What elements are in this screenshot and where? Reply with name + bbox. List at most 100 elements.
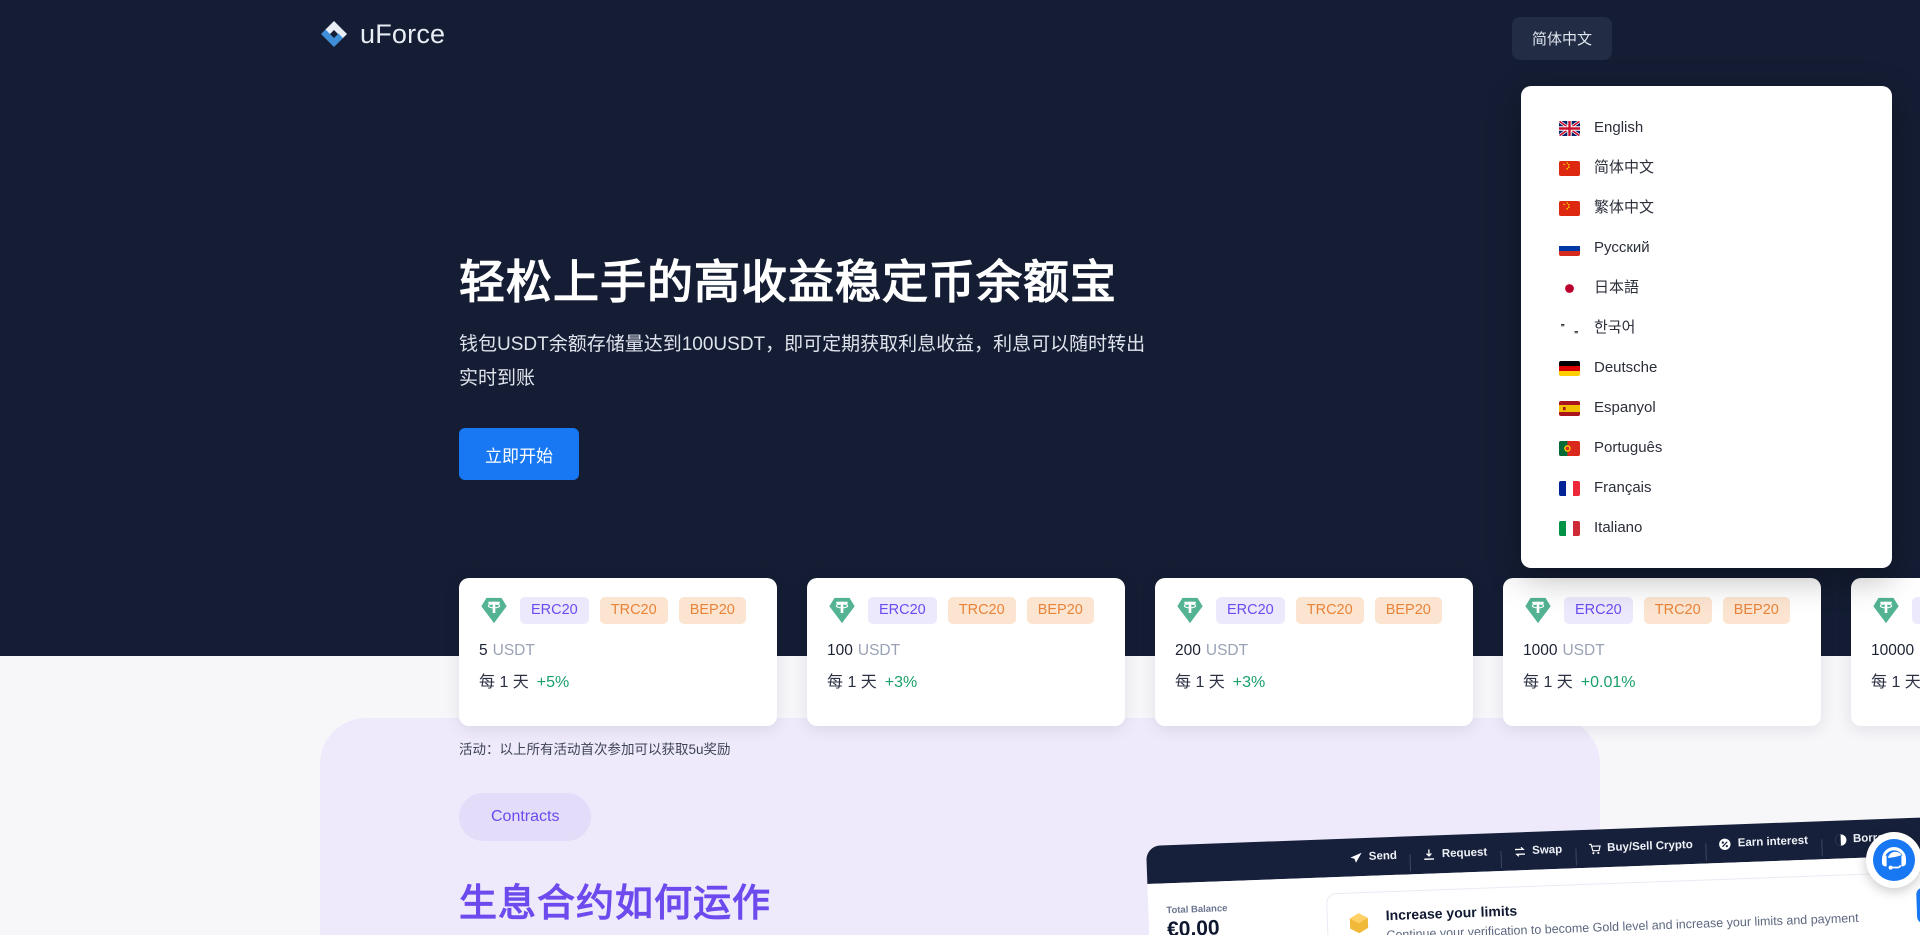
cart-icon — [1588, 843, 1601, 854]
language-option-label: 繁体中文 — [1594, 199, 1655, 216]
send-icon — [1350, 852, 1362, 863]
uforce-diamond-logo-icon — [321, 21, 347, 47]
language-option-label: Espanyol — [1594, 399, 1656, 416]
get-started-button[interactable]: 立即开始 — [459, 428, 579, 480]
language-option-korean[interactable]: 한국어 — [1521, 308, 1892, 348]
language-option-traditional-chinese[interactable]: 繁体中文 — [1521, 188, 1892, 228]
language-option-english[interactable]: English — [1521, 108, 1892, 148]
plan-card[interactable]: ERC20 TRC20 BEP20 10000USDT 每 1 天+5% — [1851, 578, 1920, 726]
chain-chip-bep20[interactable]: BEP20 — [1026, 596, 1094, 624]
mockup-toolbar-item-send[interactable]: Send — [1337, 849, 1411, 865]
flag-de-icon — [1559, 360, 1580, 376]
chain-chip-bep20[interactable]: BEP20 — [1722, 596, 1790, 624]
language-selector-button[interactable]: 简体中文 — [1511, 17, 1612, 60]
language-option-label: Deutsche — [1594, 359, 1658, 376]
support-chat-button[interactable] — [1866, 832, 1920, 888]
chain-chip-bep20[interactable]: BEP20 — [678, 596, 746, 624]
flag-cn-icon — [1559, 160, 1580, 176]
chain-chip-erc20[interactable]: ERC20 — [1216, 596, 1285, 624]
flag-fr-icon — [1559, 480, 1580, 496]
mockup-balance-value: €0,00 — [1166, 916, 1221, 935]
chain-chip-bep20[interactable]: BEP20 — [1374, 596, 1442, 624]
flag-jp-icon — [1559, 280, 1580, 296]
language-option-label: Italiano — [1594, 519, 1643, 536]
plan-card-header: ERC20 TRC20 BEP20 — [479, 595, 757, 625]
plan-card[interactable]: ERC20 TRC20 BEP20 5 USDT 每 1 天 +5% — [459, 578, 777, 726]
plan-cards-carousel[interactable]: ERC20 TRC20 BEP20 5USDT 每 1 天+5% ERC20 — [459, 578, 1920, 726]
plan-amount-unit: USDT — [1205, 642, 1249, 659]
flag-kr-icon — [1559, 320, 1580, 336]
mockup-toolbar-item-earn-interest[interactable]: Earn interest — [1706, 834, 1822, 851]
headset-support-icon — [1873, 839, 1915, 881]
plan-period-label: 每 1 天 — [1871, 674, 1920, 691]
plan-amount-value: 5 — [479, 642, 488, 659]
plan-period-label: 每 1 天 — [1175, 674, 1225, 691]
language-option-label: Français — [1594, 479, 1652, 496]
language-option-japanese[interactable]: 日本語 — [1521, 268, 1892, 308]
plan-card-rate: 每 1 天 +5% — [479, 668, 757, 692]
plan-rate-value: +3% — [884, 674, 918, 691]
mockup-continue-button[interactable]: Continue t — [1916, 884, 1920, 924]
mockup-toolbar-item-buy-sell-crypto[interactable]: Buy/Sell Crypto — [1575, 838, 1706, 856]
language-option-label: 日本語 — [1594, 279, 1640, 296]
language-option-italian[interactable]: Italiano — [1521, 508, 1892, 548]
tether-icon — [1873, 597, 1899, 624]
flag-pt-icon — [1559, 440, 1580, 456]
plan-rate-value: +0.01% — [1580, 674, 1636, 691]
mockup-toolbar-label: Buy/Sell Crypto — [1606, 838, 1693, 855]
language-option-french[interactable]: Français — [1521, 468, 1892, 508]
mockup-toolbar-item-swap[interactable]: Swap — [1500, 843, 1575, 859]
chain-chip-erc20[interactable]: ERC20 — [868, 596, 937, 624]
mockup-toolbar-item-request[interactable]: Request — [1410, 846, 1501, 862]
plan-amount-value: 100 — [827, 642, 853, 659]
plan-amount-unit: USDT — [1562, 642, 1605, 659]
tether-icon — [1177, 597, 1203, 624]
plan-period-label: 每 1 天 — [479, 674, 529, 691]
plan-card-amount: 5 USDT — [479, 642, 757, 660]
flag-ru-icon — [1559, 240, 1580, 256]
plan-card[interactable]: ERC20 TRC20 BEP20 1000 USDT 每 1 天 +0.01% — [1503, 578, 1821, 726]
plan-card-rate: 每 1 天+5% — [1871, 668, 1920, 692]
contracts-section-title: 生息合约如何运作 — [459, 883, 772, 925]
plan-card-rate: 每 1 天 +3% — [827, 668, 1105, 692]
brand-logo[interactable]: uForce — [318, 18, 445, 50]
flag-es-icon — [1559, 400, 1580, 416]
language-option-simplified-chinese[interactable]: 简体中文 — [1521, 148, 1892, 188]
language-option-label: 简体中文 — [1594, 159, 1655, 176]
flag-gb-icon — [1559, 120, 1580, 136]
language-dropdown-menu[interactable]: English 简体中文 繁体中文 Русский 日本語 한국어 Deutsc… — [1521, 86, 1892, 568]
plan-card-header: ERC20 TRC20 BEP20 — [1175, 595, 1453, 625]
plan-card-amount: 1000 USDT — [1523, 642, 1801, 660]
mockup-notice-text-block: Increase your limits Continue your verif… — [1385, 888, 1904, 935]
page-root: uForce 简体中文 English 简体中文 繁体中文 Русский 日本… — [0, 0, 1920, 935]
chain-chip-trc20[interactable]: TRC20 — [599, 596, 668, 624]
chain-chip-trc20[interactable]: TRC20 — [1643, 596, 1712, 624]
tether-icon — [829, 597, 855, 624]
language-option-german[interactable]: Deutsche — [1521, 348, 1892, 388]
plan-rate-value: +5% — [536, 674, 570, 691]
plan-amount-value: 1000 — [1523, 642, 1558, 659]
chain-chip-trc20[interactable]: TRC20 — [947, 596, 1016, 624]
plan-card-header: ERC20 TRC20 BEP20 — [827, 595, 1105, 625]
plan-card-rate: 每 1 天 +0.01% — [1523, 668, 1801, 692]
gold-coin-icon — [1349, 913, 1369, 934]
chain-chip-erc20[interactable]: ERC20 — [1912, 596, 1920, 624]
language-option-russian[interactable]: Русский — [1521, 228, 1892, 268]
plan-amount-unit: USDT — [857, 642, 901, 659]
percent-circle-icon — [1719, 838, 1731, 850]
activity-note: 活动：以上所有活动首次参加可以获取5u奖励 — [459, 742, 731, 757]
language-option-label: 한국어 — [1594, 319, 1636, 336]
language-option-spanish[interactable]: Espanyol — [1521, 388, 1892, 428]
mockup-balance-block: Total Balance €0,00 — [1148, 894, 1323, 935]
chain-chip-erc20[interactable]: ERC20 — [520, 596, 589, 624]
chain-chip-trc20[interactable]: TRC20 — [1295, 596, 1364, 624]
plan-amount-value: 10000 — [1871, 642, 1915, 659]
chain-chip-erc20[interactable]: ERC20 — [1564, 596, 1633, 624]
hero-subtitle: 钱包USDT余额存储量达到100USDT，即可定期获取利息收益，利息可以随时转出… — [459, 334, 1146, 389]
plan-card[interactable]: ERC20 TRC20 BEP20 200 USDT 每 1 天 +3% — [1155, 578, 1473, 726]
contracts-tag-button[interactable]: Contracts — [459, 793, 592, 841]
language-option-portuguese[interactable]: Português — [1521, 428, 1892, 468]
mockup-toolbar-label: Send — [1368, 849, 1398, 863]
brand-name: uForce — [360, 18, 446, 49]
plan-card[interactable]: ERC20 TRC20 BEP20 100 USDT 每 1 天 +3% — [807, 578, 1125, 726]
